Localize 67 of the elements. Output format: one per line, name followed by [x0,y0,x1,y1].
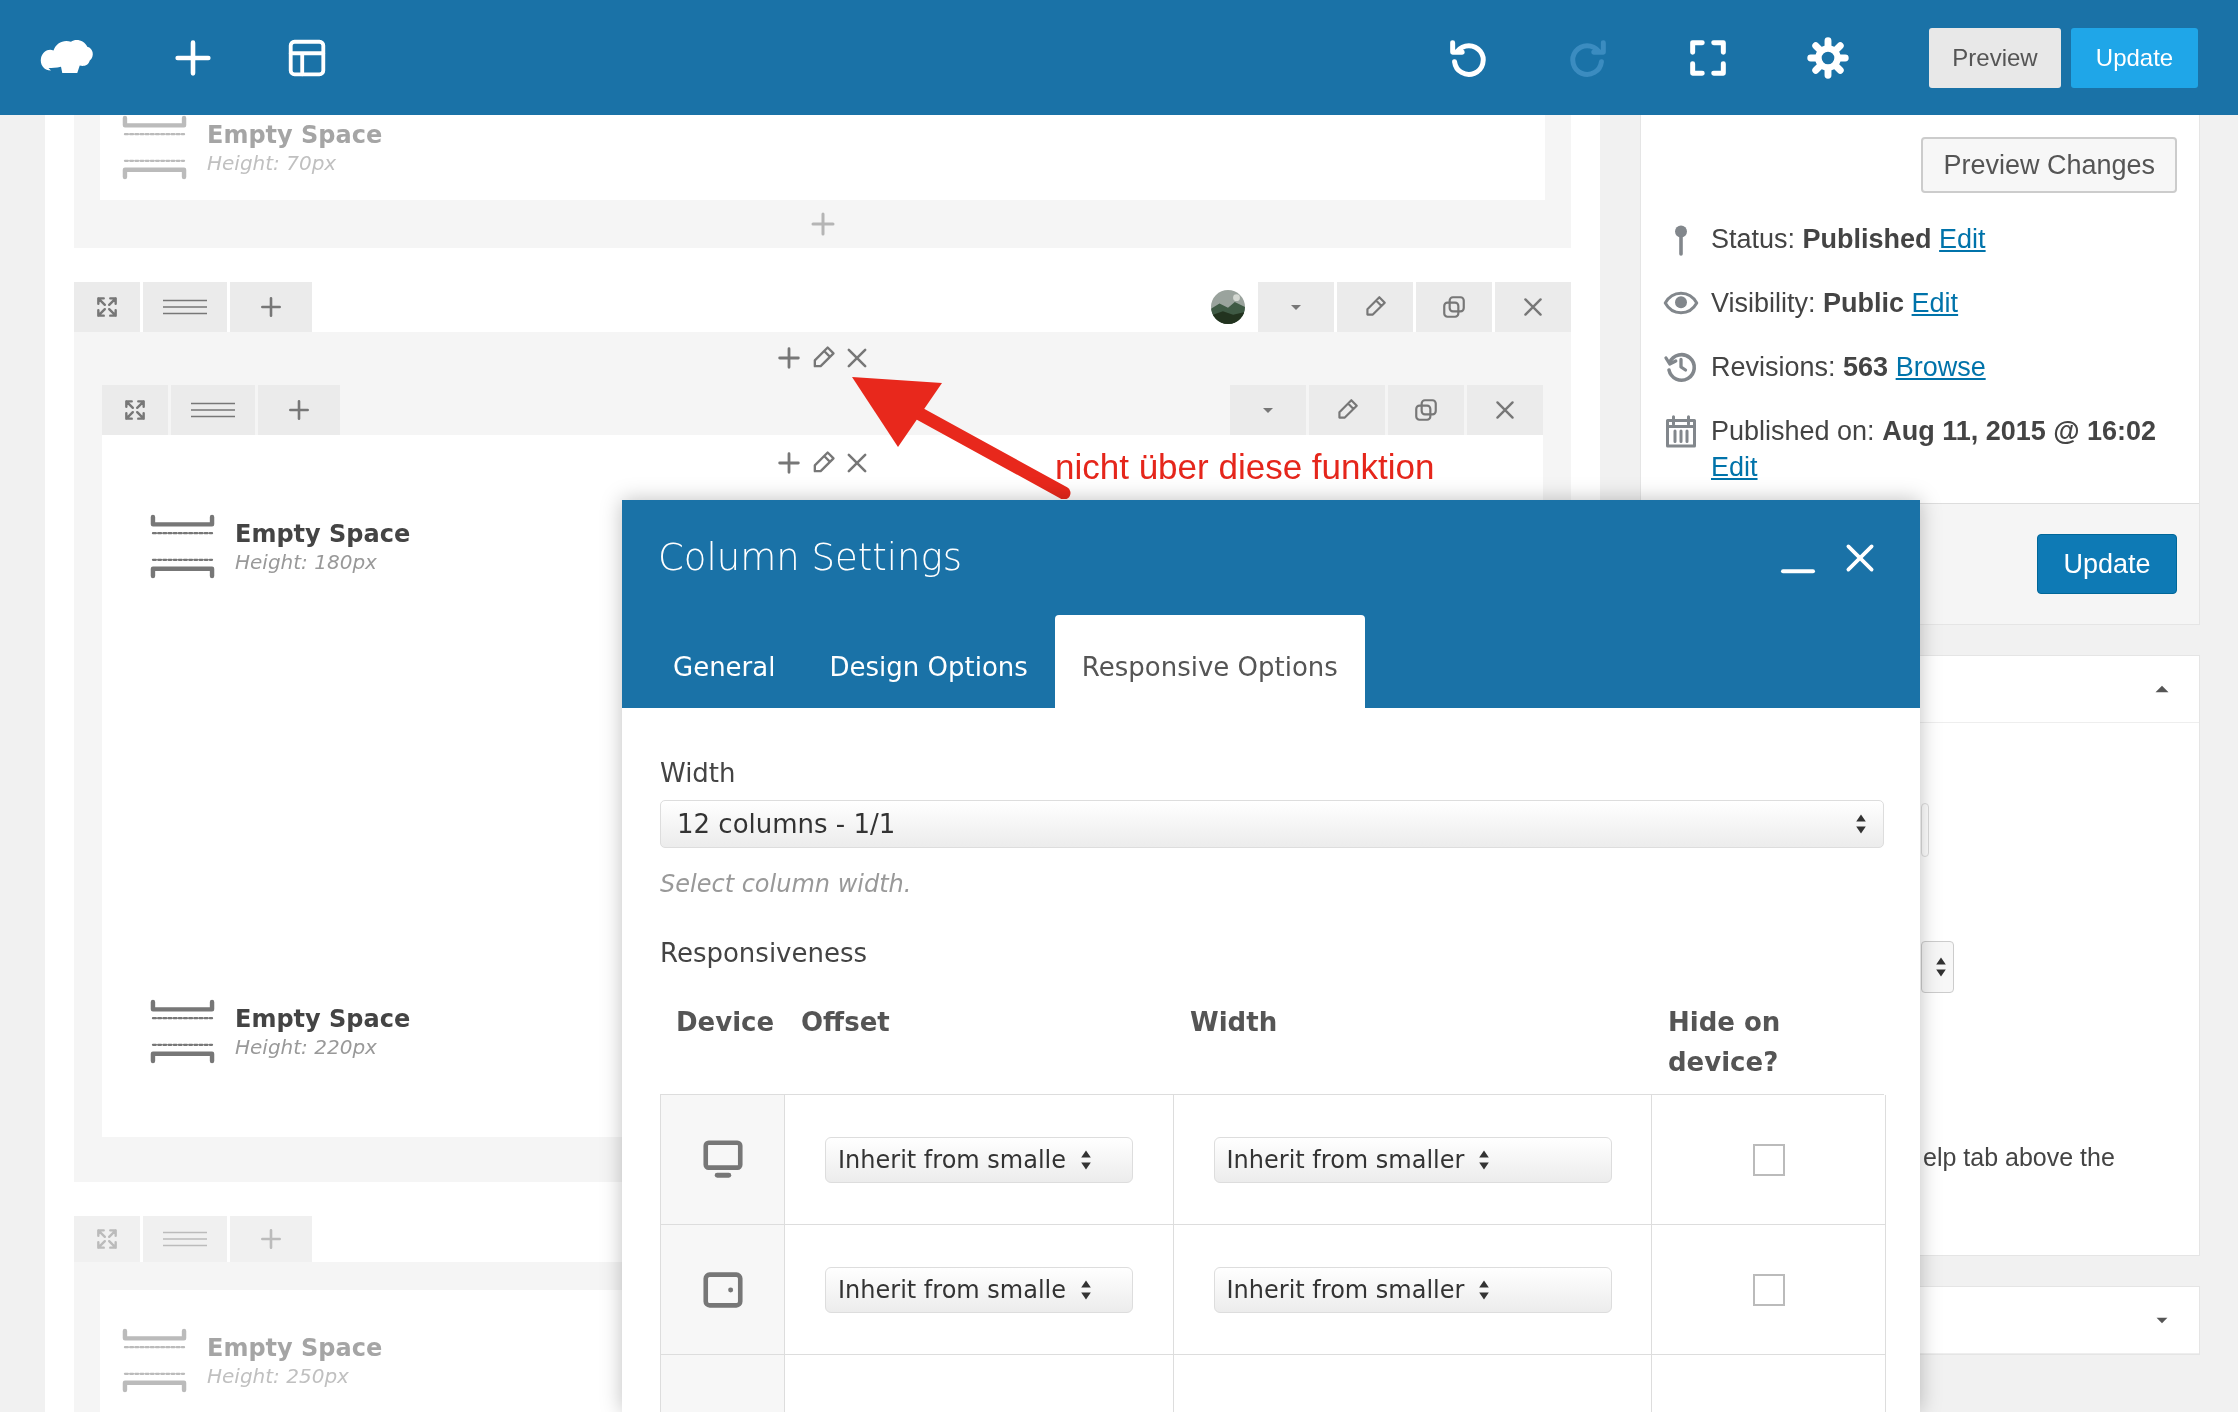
spacer-icon [122,1328,187,1393]
layout-handle[interactable] [143,282,227,332]
width-select[interactable]: 12 columns - 1/1 [660,800,1884,848]
offset-select[interactable]: Inherit from smalle [825,1266,1133,1313]
meta-link[interactable]: Browse [1895,352,1986,382]
element-detail: Height: 180px [235,549,378,574]
element-detail: Height: 70px [207,150,338,175]
meta-text: Revisions: 563 Browse [1711,351,1986,384]
column-header: Hide on device? [1667,1006,1782,1079]
preview-changes-button[interactable]: Preview Changes [1921,137,2177,193]
spacer-icon [150,514,215,579]
edit-button[interactable] [1309,385,1385,435]
layout-handle[interactable] [143,1216,227,1262]
meta-text: Visibility: Public Edit [1711,287,1959,320]
meta-link[interactable]: Edit [1711,452,1758,482]
clone-button[interactable] [1388,385,1464,435]
delete-button[interactable] [1467,385,1543,435]
meta-text: Status: Published Edit [1711,223,1986,256]
tab[interactable]: General [646,615,803,708]
clone-button[interactable] [1416,282,1492,332]
width-select[interactable]: Inherit from smaller [1213,1136,1612,1183]
spacer-icon [150,999,215,1064]
move-handle[interactable] [74,282,140,332]
column-header: Device [675,1006,776,1039]
element-detail: Height: 250px [207,1363,350,1388]
plus-icon[interactable] [286,397,312,423]
element-title: Empty Space [207,120,383,149]
tab[interactable]: Responsive Options [1054,615,1365,708]
column-header: Width [1189,1006,1279,1039]
copy-icon[interactable] [1413,397,1439,423]
move-handle[interactable] [74,1216,140,1262]
preview-button[interactable]: Preview [1929,27,2061,88]
element-title: Empty Space [235,1004,411,1033]
update-button[interactable]: Update [2037,534,2177,594]
meta-text: Published on: Aug 11, 2015 @ 16:02 Edit [1711,415,2158,484]
tab[interactable]: Design Options [802,615,1055,708]
dialog-title: Column Settings [658,536,962,579]
layout-handle[interactable] [171,385,255,435]
delete-button[interactable] [1495,282,1571,332]
calendar-icon [1663,413,1699,449]
section-label: Responsiveness [660,938,869,968]
annotation-text: nicht über diese funktion [1055,447,1435,487]
checkbox[interactable] [1752,1273,1785,1306]
settings-icon[interactable] [1805,34,1851,81]
select-field[interactable] [1921,941,1954,993]
select-arrows-icon [1935,955,1947,979]
select-arrows-icon [1855,812,1867,836]
edit-button[interactable] [1337,282,1413,332]
move-icon[interactable] [94,294,120,320]
column-header: Offset [800,1006,891,1039]
checkbox[interactable] [1752,1143,1785,1176]
offset-select[interactable]: Inherit from smalle [825,1136,1133,1183]
meta-link[interactable]: Edit [1939,224,1986,254]
spacer-icon [122,115,187,180]
move-handle[interactable] [102,385,168,435]
meta-link[interactable]: Edit [1911,288,1959,318]
text-field[interactable] [1921,803,1929,857]
element-detail: Height: 220px [235,1034,378,1059]
help-text: Select column width. [660,870,913,898]
element-title: Empty Space [235,519,411,548]
plus-icon[interactable] [258,294,284,320]
element-title: Empty Space [207,1333,383,1362]
help-text: elp tab above the [1923,1143,2115,1172]
field-label: Width [660,758,737,788]
move-icon[interactable] [122,397,148,423]
width-select[interactable]: Inherit from smaller [1213,1266,1612,1313]
copy-icon[interactable] [1441,294,1467,320]
